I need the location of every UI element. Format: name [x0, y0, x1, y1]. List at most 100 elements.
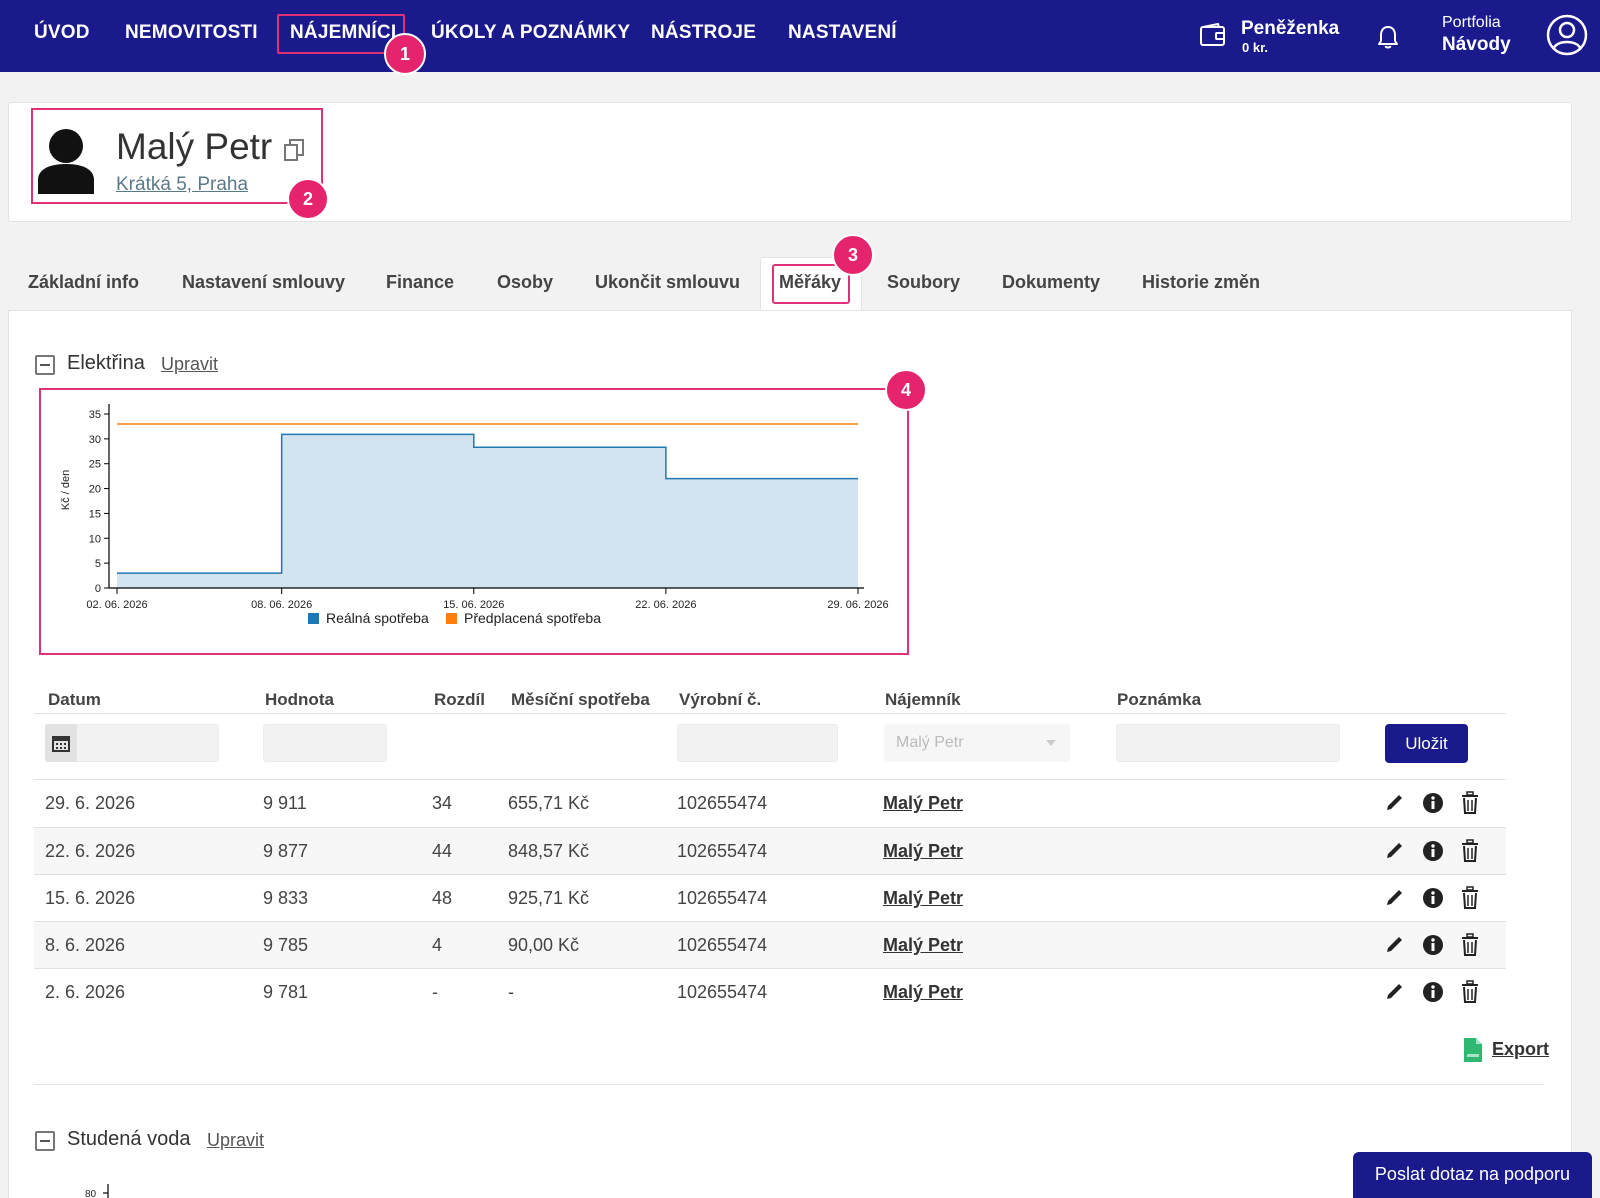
pencil-icon[interactable]	[1384, 839, 1406, 863]
portfolio-switcher[interactable]: Portfolia Návody	[1442, 14, 1511, 56]
step-badge-1: 1	[384, 33, 426, 75]
copy-icon[interactable]	[283, 138, 305, 162]
y-tick-label: 35	[89, 409, 101, 421]
value-input[interactable]	[263, 724, 387, 762]
collapse-studena-voda-button[interactable]	[35, 1131, 55, 1151]
edit-studena-voda-link[interactable]: Upravit	[207, 1130, 264, 1151]
y-tick-label: 10	[89, 533, 101, 545]
top-navigation: ÚVOD NEMOVITOSTI NÁJEMNÍCI ÚKOLY A POZNÁ…	[0, 0, 1600, 72]
pencil-icon[interactable]	[1384, 980, 1406, 1004]
chart-y-axis-label: Kč / den	[60, 470, 72, 510]
column-header-najemnik: Nájemník	[885, 690, 961, 709]
cell-value: 9 781	[263, 982, 309, 1002]
column-header-rozdil: Rozdíl	[434, 690, 485, 709]
pencil-icon[interactable]	[1384, 791, 1406, 815]
legend-label-real: Reálná spotřeba	[326, 610, 429, 626]
cell-diff: 48	[432, 888, 453, 908]
trash-icon[interactable]	[1459, 933, 1481, 957]
portfolio-label: Portfolia	[1442, 14, 1501, 31]
pencil-icon[interactable]	[1384, 933, 1406, 957]
tab-soubory[interactable]: Soubory	[887, 272, 960, 293]
trash-icon[interactable]	[1459, 886, 1481, 910]
tab-zakladni-info[interactable]: Základní info	[28, 272, 139, 293]
info-icon[interactable]	[1422, 980, 1444, 1004]
x-tick-label: 29. 06. 2026	[827, 599, 888, 611]
cell-monthly: 655,71 Kč	[508, 793, 590, 813]
cell-monthly: 848,57 Kč	[508, 841, 590, 861]
save-button[interactable]: Uložit	[1385, 724, 1468, 763]
step-badge-3: 3	[832, 234, 874, 276]
tenant-select-value: Malý Petr	[896, 734, 964, 751]
section-title-studena-voda: Studená voda	[67, 1128, 191, 1150]
cell-date: 29. 6. 2026	[45, 793, 136, 813]
step-badge-4: 4	[885, 369, 927, 411]
table-row: 2. 6. 2026 9 781 - - 102655474 Malý Petr	[34, 969, 1506, 1016]
cell-diff: 34	[432, 793, 453, 813]
cell-tenant-link[interactable]: Malý Petr	[883, 935, 963, 956]
trash-icon[interactable]	[1459, 839, 1481, 863]
y-tick-label: 15	[89, 508, 101, 520]
bell-icon[interactable]	[1376, 24, 1400, 50]
y-tick-label: 20	[89, 484, 101, 496]
cell-date: 8. 6. 2026	[45, 935, 126, 955]
info-icon[interactable]	[1422, 791, 1444, 815]
portfolio-value: Návody	[1442, 34, 1511, 55]
tab-historie-zmen[interactable]: Historie změn	[1142, 272, 1260, 293]
cell-tenant-link[interactable]: Malý Petr	[883, 793, 963, 814]
real-consumption-area	[117, 434, 858, 588]
nav-item-uvod[interactable]: ÚVOD	[34, 22, 90, 44]
column-header-datum: Datum	[48, 690, 101, 709]
y-tick-label: 25	[89, 459, 101, 471]
cell-monthly: -	[508, 982, 514, 1002]
person-avatar-icon	[38, 129, 94, 194]
serial-number-input[interactable]	[677, 724, 838, 762]
nav-item-nastaveni[interactable]: NASTAVENÍ	[788, 22, 897, 44]
excel-file-icon	[1464, 1038, 1482, 1062]
info-icon[interactable]	[1422, 886, 1444, 910]
cell-diff: 4	[432, 935, 443, 955]
cell-serial: 102655474	[677, 935, 768, 955]
column-header-hodnota: Hodnota	[265, 690, 334, 709]
info-icon[interactable]	[1422, 839, 1444, 863]
trash-icon[interactable]	[1459, 791, 1481, 815]
edit-elektrina-link[interactable]: Upravit	[161, 354, 218, 375]
cell-serial: 102655474	[677, 793, 768, 813]
x-tick-label: 02. 06. 2026	[86, 599, 147, 611]
trash-icon[interactable]	[1459, 980, 1481, 1004]
calendar-button[interactable]	[45, 724, 77, 762]
note-input[interactable]	[1116, 724, 1340, 762]
tenant-name: Malý Petr	[116, 126, 273, 167]
section-title-elektrina: Elektřina	[67, 352, 145, 374]
pencil-icon[interactable]	[1384, 886, 1406, 910]
tab-nastaveni-smlouvy[interactable]: Nastavení smlouvy	[182, 272, 345, 293]
tab-ukoncit-smlouvu[interactable]: Ukončit smlouvu	[595, 272, 740, 293]
nav-item-nastroje[interactable]: NÁSTROJE	[651, 22, 756, 44]
tenant-address-link[interactable]: Krátká 5, Praha	[116, 174, 248, 196]
support-button[interactable]: Poslat dotaz na podporu	[1353, 1152, 1592, 1198]
table-row: 22. 6. 2026 9 877 44 848,57 Kč 102655474…	[34, 828, 1506, 875]
cell-value: 9 877	[263, 841, 309, 861]
collapse-elektrina-button[interactable]	[35, 355, 55, 375]
nav-item-ukoly[interactable]: ÚKOLY A POZNÁMKY	[431, 22, 630, 44]
cell-monthly: 90,00 Kč	[508, 935, 580, 955]
y-tick-label: 0	[95, 583, 101, 595]
y-tick-label: 5	[95, 558, 101, 570]
table-row: 29. 6. 2026 9 911 34 655,71 Kč 102655474…	[34, 780, 1506, 827]
user-account-icon[interactable]	[1546, 14, 1588, 56]
table-row: 8. 6. 2026 9 785 4 90,00 Kč 102655474 Ma…	[34, 922, 1506, 969]
cell-tenant-link[interactable]: Malý Petr	[883, 841, 963, 862]
x-tick-label: 22. 06. 2026	[635, 599, 696, 611]
cell-serial: 102655474	[677, 982, 768, 1002]
tab-dokumenty[interactable]: Dokumenty	[1002, 272, 1100, 293]
tenant-select[interactable]: Malý Petr	[884, 724, 1070, 762]
cell-value: 9 785	[263, 935, 309, 955]
export-label: Export	[1492, 1039, 1550, 1059]
nav-item-nemovitosti[interactable]: NEMOVITOSTI	[125, 22, 258, 44]
tab-osoby[interactable]: Osoby	[497, 272, 553, 293]
tab-finance[interactable]: Finance	[386, 272, 454, 293]
column-header-vyrobni-cislo: Výrobní č.	[679, 690, 762, 709]
column-header-poznamka: Poznámka	[1117, 690, 1202, 709]
cell-tenant-link[interactable]: Malý Petr	[883, 982, 963, 1003]
info-icon[interactable]	[1422, 933, 1444, 957]
cell-tenant-link[interactable]: Malý Petr	[883, 888, 963, 909]
